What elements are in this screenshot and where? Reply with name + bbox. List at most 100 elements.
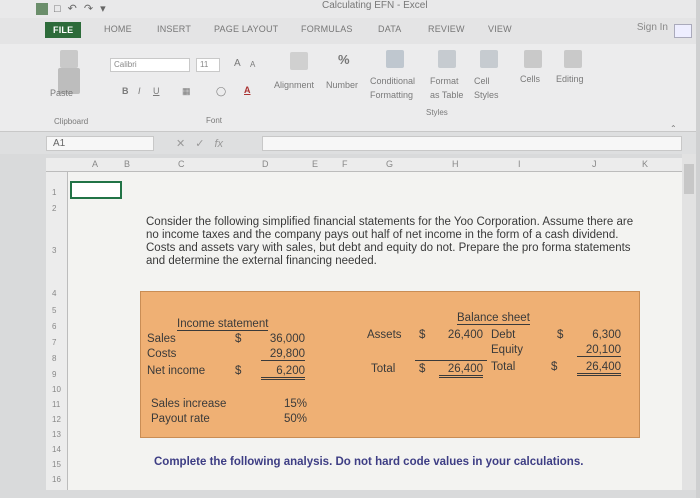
- total-liabilities-currency: $: [551, 361, 558, 373]
- cut-icon[interactable]: [60, 50, 78, 68]
- undo-icon[interactable]: ↶: [68, 3, 77, 15]
- cancel-icon[interactable]: ✕: [176, 138, 195, 150]
- row-header[interactable]: 3: [52, 246, 56, 255]
- income-row-value: 6,200: [261, 365, 305, 380]
- row-header[interactable]: 10: [52, 385, 61, 394]
- italic-button[interactable]: I: [138, 86, 141, 96]
- title-bar: □ ↶ ↷ ▾ Calculating EFN - Excel: [0, 0, 700, 18]
- name-box[interactable]: A1: [46, 136, 154, 151]
- row-header[interactable]: 16: [52, 475, 61, 484]
- cells-button[interactable]: Cells: [520, 74, 540, 84]
- window-edge: [696, 0, 700, 498]
- ribbon: Paste Clipboard Calibri 11 A A B I U ▦ ◯…: [0, 44, 700, 133]
- row-header[interactable]: 7: [52, 338, 56, 347]
- format-as-table-button[interactable]: Format as Table: [430, 74, 470, 102]
- account-icon[interactable]: [674, 24, 692, 38]
- column-header[interactable]: H: [452, 159, 459, 169]
- tab-page-layout[interactable]: PAGE LAYOUT: [214, 24, 278, 34]
- tab-data[interactable]: DATA: [378, 24, 401, 34]
- sign-in-link[interactable]: Sign In: [637, 22, 668, 33]
- window-title: Calculating EFN - Excel: [322, 0, 428, 11]
- column-header[interactable]: C: [178, 159, 185, 169]
- assets-value: 26,400: [447, 329, 483, 341]
- font-group-label: Font: [206, 116, 223, 125]
- column-header[interactable]: J: [592, 159, 597, 169]
- income-row-value: 29,800: [261, 348, 305, 361]
- enter-icon[interactable]: ✓: [195, 138, 214, 150]
- row-header[interactable]: 12: [52, 415, 61, 424]
- row-header[interactable]: 1: [52, 188, 56, 197]
- debt-value: 6,300: [592, 329, 621, 341]
- borders-icon[interactable]: ▦: [182, 86, 191, 97]
- percent-icon[interactable]: %: [338, 52, 350, 67]
- font-color-button[interactable]: A: [244, 85, 251, 95]
- alignment-button[interactable]: Alignment: [274, 80, 314, 90]
- alignment-icon[interactable]: [290, 52, 308, 70]
- column-header[interactable]: A: [92, 159, 98, 169]
- formula-controls: ✕✓fx: [176, 137, 223, 150]
- row-header[interactable]: 5: [52, 306, 56, 315]
- editing-icon[interactable]: [564, 50, 582, 68]
- fx-icon[interactable]: fx: [214, 138, 223, 150]
- tab-review[interactable]: REVIEW: [428, 24, 465, 34]
- row-header[interactable]: 15: [52, 460, 61, 469]
- tab-formulas[interactable]: FORMULAS: [301, 24, 353, 34]
- grow-font-button[interactable]: A: [234, 58, 241, 69]
- debt-currency: $: [557, 329, 564, 341]
- problem-statement: Consider the following simplified financ…: [146, 216, 634, 267]
- column-header[interactable]: G: [386, 159, 393, 169]
- tab-home[interactable]: HOME: [104, 24, 132, 34]
- total-liabilities-label: Total: [491, 361, 516, 373]
- column-header[interactable]: B: [124, 159, 130, 169]
- column-header[interactable]: D: [262, 159, 269, 169]
- assets-currency: $: [419, 329, 426, 341]
- income-statement-title: Income statement: [177, 318, 269, 331]
- cell-styles-icon[interactable]: [480, 50, 498, 68]
- column-header[interactable]: K: [642, 159, 648, 169]
- redo-icon[interactable]: ↷: [84, 3, 93, 15]
- scrollbar-thumb[interactable]: [684, 164, 694, 194]
- shrink-font-button[interactable]: A: [250, 60, 255, 69]
- conditional-formatting-icon[interactable]: [386, 50, 404, 68]
- cell-styles-button[interactable]: Cell Styles: [474, 74, 508, 102]
- tab-file[interactable]: FILE: [45, 22, 82, 38]
- row-header[interactable]: 6: [52, 322, 56, 331]
- editing-button[interactable]: Editing: [556, 74, 584, 84]
- styles-group-label: Styles: [426, 108, 448, 117]
- row-header[interactable]: 9: [52, 370, 56, 379]
- formula-input[interactable]: [262, 136, 682, 151]
- column-header[interactable]: I: [518, 159, 521, 169]
- column-header[interactable]: F: [342, 159, 348, 169]
- underline-button[interactable]: U: [153, 86, 160, 96]
- total-liabilities-value: 26,400: [577, 361, 621, 376]
- assumption-label: Sales increase: [151, 398, 227, 410]
- row-header[interactable]: 11: [52, 400, 60, 409]
- excel-logo-icon: [36, 3, 48, 15]
- tab-view[interactable]: VIEW: [488, 24, 512, 34]
- fill-color-icon[interactable]: ◯: [216, 86, 226, 97]
- active-cell[interactable]: [70, 181, 122, 199]
- save-icon[interactable]: □: [54, 3, 61, 15]
- row-header[interactable]: 2: [52, 204, 56, 213]
- customize-qat-icon[interactable]: ▾: [100, 3, 106, 15]
- balance-sheet-title: Balance sheet: [457, 312, 530, 325]
- total-assets-label: Total: [371, 363, 396, 375]
- column-headers: A B C D E F G H I J K: [46, 158, 682, 172]
- column-header[interactable]: E: [312, 159, 318, 169]
- cells-icon[interactable]: [524, 50, 542, 68]
- row-header[interactable]: 8: [52, 354, 56, 363]
- quick-access-toolbar: □ ↶ ↷ ▾: [54, 3, 106, 15]
- row-header[interactable]: 4: [52, 289, 56, 298]
- font-name-select[interactable]: Calibri: [110, 58, 190, 72]
- vertical-scrollbar[interactable]: [682, 154, 696, 490]
- paste-button[interactable]: Paste: [50, 88, 73, 98]
- row-header[interactable]: 13: [52, 430, 61, 439]
- format-as-table-icon[interactable]: [438, 50, 456, 68]
- row-header[interactable]: 14: [52, 445, 61, 454]
- number-button[interactable]: Number: [326, 80, 358, 90]
- bold-button[interactable]: B: [122, 86, 129, 96]
- font-size-select[interactable]: 11: [196, 58, 220, 72]
- tab-insert[interactable]: INSERT: [157, 24, 191, 34]
- total-assets-value: 26,400: [439, 363, 483, 378]
- assumption-value: 15%: [283, 398, 307, 410]
